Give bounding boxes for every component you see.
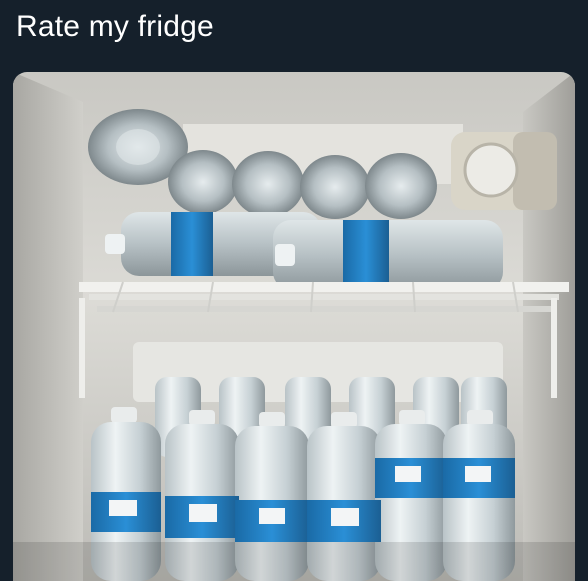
left-wall: [13, 72, 83, 581]
post-image[interactable]: [13, 72, 575, 581]
post-text: Rate my fridge: [16, 10, 214, 43]
fridge-photo: [13, 72, 575, 581]
